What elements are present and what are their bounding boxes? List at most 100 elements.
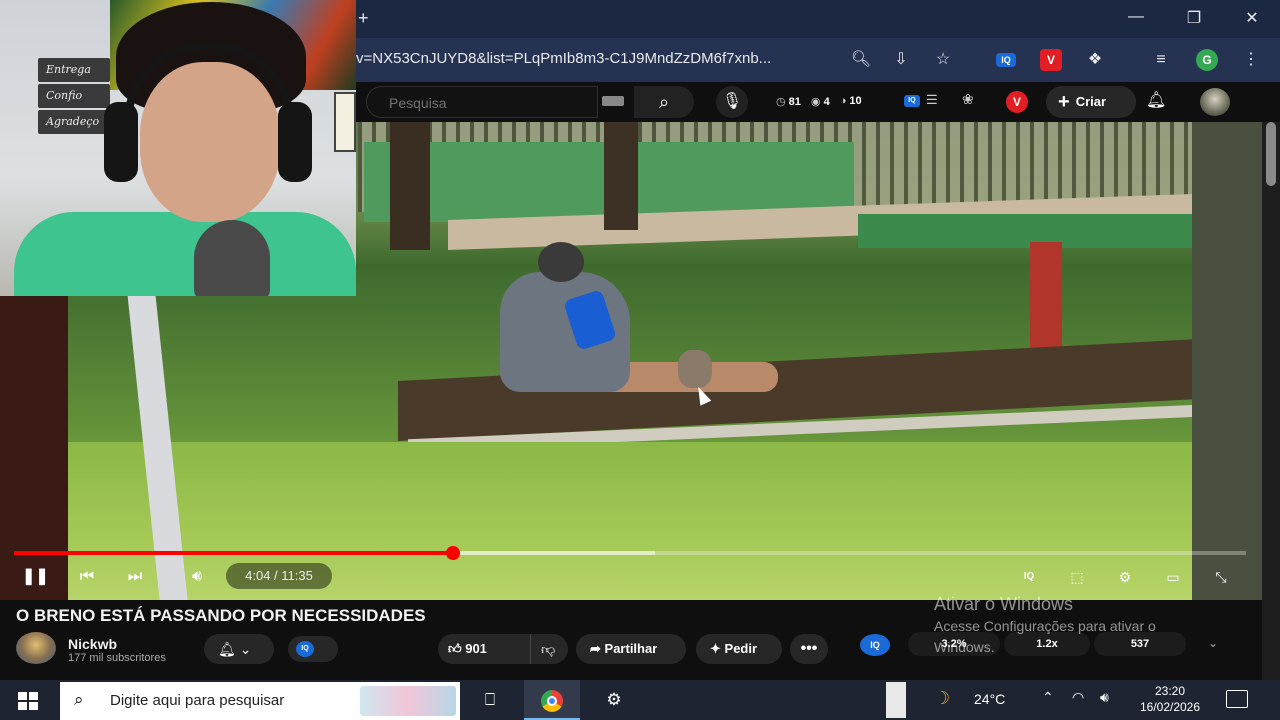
headphone-left [104,102,138,182]
system-clock[interactable]: 23:20 16/02/2026 [1130,683,1210,715]
users-stat: ◑ 10 [839,95,862,107]
man-head [538,242,584,282]
search-button[interactable]: ⌕ [634,86,694,118]
account-avatar[interactable] [1200,88,1230,116]
extensions-puzzle-icon[interactable]: ❖ [1084,49,1106,71]
chevron-down-icon[interactable]: ⌄ [1208,636,1218,650]
subscription-bell-button[interactable]: 🔔︎ ⌄ [204,634,274,664]
ask-button[interactable]: ✦ Pedir [696,634,782,664]
iq-extension-icon[interactable]: IQ [996,53,1016,67]
subtitles-icon[interactable]: ⬚ [1066,566,1088,588]
wall-sign: Confio [38,84,110,108]
subscriber-count: 177 mil subscritores [68,652,166,664]
clock-date: 16/02/2026 [1139,700,1201,714]
steam-icon[interactable]: ⚙︎ [586,680,642,720]
wall-sign: Agradeço [38,110,110,134]
miniplayer-icon[interactable]: ▭ [1162,566,1184,588]
trophy-icon[interactable]: ❀ [962,91,974,108]
time-display: 4:04 / 11:35 [226,563,332,589]
chevron-down-icon: ⌄ [239,641,252,657]
whiteboard [334,92,356,152]
media-control-icon[interactable]: ≡ [1150,49,1172,71]
progress-bar[interactable] [14,546,1246,560]
like-count: 901 [465,641,487,656]
notifications-bell-icon[interactable]: 🔔︎ [1146,90,1166,110]
voice-search-button[interactable]: 🎙︎ [716,86,748,118]
fullscreen-exit-icon[interactable]: ⤡ [1210,566,1232,588]
new-tab-button[interactable]: + [358,8,369,29]
tray-chevron-icon[interactable]: ⌃ [1042,689,1054,706]
iq-icon[interactable]: IQ [1018,566,1040,588]
previous-button[interactable]: ⏮︎ [76,566,98,588]
profile-avatar-icon[interactable]: G [1196,49,1218,71]
search-input[interactable]: Pesquisa [366,86,598,118]
share-button[interactable]: ➦ Partilhar [576,634,686,664]
v-extension-icon[interactable]: V [1040,49,1062,71]
chrome-icon [541,689,563,712]
youtube-header: Pesquisa ⌕ 🎙︎ ◷ 81 ◉ 4 ◑ 10 IQ ☰ ❀ V + Cr… [356,82,1280,122]
page-scrollbar[interactable] [1262,122,1280,680]
plus-icon: + [1058,91,1070,113]
windows-start-icon[interactable] [18,692,38,710]
share-icon: ➦ [590,641,601,656]
create-label: Criar [1075,94,1107,109]
wall-sign: Entrega [38,58,110,82]
wifi-icon[interactable]: ◠ [1072,689,1084,706]
install-icon[interactable]: ⇩ [890,49,912,71]
weather-temperature[interactable]: 24°C [974,691,1005,707]
video-right-edge [1192,122,1262,600]
bookmark-star-icon[interactable]: ☆ [932,49,954,71]
maximize-button[interactable]: ❐ [1174,8,1214,30]
task-view-icon[interactable]: ⎕ [462,680,518,720]
dislike-button[interactable]: 👎︎ [530,634,555,664]
stats-bar: ◷ 81 ◉ 4 ◑ 10 [776,95,862,108]
close-button[interactable]: ✕ [1232,8,1272,30]
tree-trunk [390,122,430,250]
notifications-icon[interactable] [1226,690,1248,708]
like-button[interactable]: 👍︎ 901 [448,634,487,664]
iq-dropdown[interactable]: IQ [288,636,338,662]
clock-stat: ◷ 81 [776,96,801,108]
taskbar-search-input[interactable]: ⌕ Digite aqui para pesquisar [60,682,460,720]
iq-icon[interactable]: IQ [904,95,920,107]
url-field[interactable]: v=NX53CnJUYD8&list=PLqPmIb8m3-C1J9MndZzD… [356,50,771,67]
webcam-overlay: Entrega Confio Agradeço [0,0,356,296]
menu-dots-icon[interactable]: ⋮ [1240,49,1262,71]
search-highlight-art [360,686,456,716]
volume-icon[interactable]: 🔊︎ [1100,689,1109,706]
progress-played [14,551,454,555]
sparkle-icon: ✦ [710,641,721,656]
moon-weather-icon[interactable]: ☽ [934,688,950,709]
channel-avatar[interactable] [16,632,56,664]
settings-icon[interactable]: ⚙︎ [1114,566,1136,588]
keyboard-icon[interactable] [602,96,624,106]
taskbar-scroll[interactable] [886,682,906,718]
minimize-button[interactable]: — [1116,8,1156,30]
more-actions-button[interactable]: ••• [790,634,828,664]
list-icon[interactable]: ☰ [926,92,938,108]
headphone-right [278,102,312,182]
v-icon[interactable]: V [1006,91,1028,113]
pause-button[interactable]: ❚❚ [22,566,49,588]
create-button[interactable]: + Criar [1046,86,1136,118]
volume-button[interactable]: 🔊︎ [184,566,210,588]
watermark-line: Acesse Configurações para ativar o [934,618,1156,634]
search-icon: ⌕ [74,690,84,709]
ask-label: Pedir [724,641,758,656]
video-title: O BRENO ESTÁ PASSANDO POR NECESSIDADES [16,606,426,625]
chrome-taskbar-button[interactable] [524,680,580,720]
bell-icon: 🔔︎ [218,641,236,657]
channel-name[interactable]: Nickwb [68,636,117,652]
tree-trunk [604,122,638,230]
small-dog [678,350,712,388]
share-label: Partilhar [604,641,658,656]
thumbs-up-icon: 👍︎ [448,641,462,656]
iq-extension-badge[interactable]: IQ [860,634,890,656]
taskbar-search-placeholder: Digite aqui para pesquisar [110,692,285,709]
scrollbar-thumb[interactable] [1266,122,1276,186]
clock-time: 23:20 [1154,684,1186,698]
green-shirt [14,212,356,296]
eye-stat: ◉ 4 [810,96,830,108]
next-button[interactable]: ⏭︎ [124,566,146,588]
zoom-icon[interactable]: 🔍︎ [850,49,872,71]
